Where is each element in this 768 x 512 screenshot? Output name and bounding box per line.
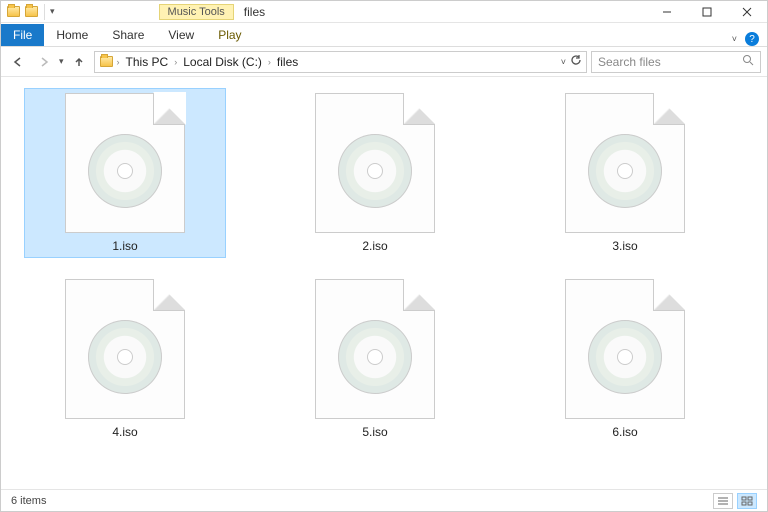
folder-icon — [23, 4, 39, 20]
iso-file-icon — [565, 93, 685, 233]
file-item[interactable]: 4.iso — [25, 275, 225, 443]
search-placeholder: Search files — [598, 55, 661, 69]
maximize-icon — [702, 7, 712, 17]
tab-play[interactable]: Play — [206, 24, 253, 46]
iso-file-icon — [65, 279, 185, 419]
window-controls — [647, 1, 767, 23]
arrow-left-icon — [12, 56, 24, 68]
separator — [44, 4, 45, 20]
details-view-icon — [717, 496, 729, 506]
minimize-button[interactable] — [647, 1, 687, 23]
up-button[interactable] — [68, 51, 90, 73]
arrow-right-icon — [38, 56, 50, 68]
window-title: files — [244, 5, 265, 19]
file-name: 1.iso — [112, 239, 137, 253]
close-button[interactable] — [727, 1, 767, 23]
file-pane[interactable]: 1.iso 2.iso 3.iso 4.iso 5.iso 6.iso — [1, 77, 767, 489]
item-count: 6 items — [11, 495, 46, 507]
address-dropdown-icon[interactable]: ˅ — [561, 57, 566, 67]
ribbon: File Home Share View Play ˅ ? — [1, 23, 767, 47]
search-icon — [742, 54, 754, 69]
file-item[interactable]: 6.iso — [525, 275, 725, 443]
thumbnails-view-icon — [741, 496, 753, 506]
tab-share[interactable]: Share — [100, 24, 156, 46]
quick-access-toolbar: ▾ — [1, 4, 59, 20]
file-item[interactable]: 1.iso — [25, 89, 225, 257]
status-bar: 6 items — [1, 489, 767, 511]
file-item[interactable]: 3.iso — [525, 89, 725, 257]
navigation-bar: ▾ › This PC › Local Disk (C:) › files ˅ … — [1, 47, 767, 77]
file-name: 6.iso — [612, 425, 637, 439]
file-name: 3.iso — [612, 239, 637, 253]
help-icon[interactable]: ? — [745, 32, 759, 46]
chevron-right-icon: › — [268, 57, 271, 67]
file-name: 5.iso — [362, 425, 387, 439]
minimize-icon — [662, 7, 672, 17]
ribbon-collapse-icon[interactable]: ˅ — [732, 34, 737, 44]
tab-view[interactable]: View — [156, 24, 206, 46]
back-button[interactable] — [7, 51, 29, 73]
address-bar[interactable]: › This PC › Local Disk (C:) › files ˅ — [94, 51, 587, 73]
details-view-button[interactable] — [713, 493, 733, 509]
file-name: 4.iso — [112, 425, 137, 439]
history-dropdown-icon[interactable]: ▾ — [59, 56, 64, 67]
refresh-icon[interactable] — [570, 54, 582, 69]
maximize-button[interactable] — [687, 1, 727, 23]
tab-file[interactable]: File — [1, 24, 44, 46]
breadcrumb-segment[interactable]: files — [273, 55, 302, 69]
context-tab-label: Music Tools — [159, 4, 234, 20]
chevron-right-icon: › — [174, 57, 177, 67]
iso-file-icon — [315, 279, 435, 419]
search-input[interactable]: Search files — [591, 51, 761, 73]
file-item[interactable]: 5.iso — [275, 275, 475, 443]
file-item[interactable]: 2.iso — [275, 89, 475, 257]
arrow-up-icon — [73, 56, 85, 68]
breadcrumb-segment[interactable]: This PC — [122, 55, 173, 69]
thumbnails-view-button[interactable] — [737, 493, 757, 509]
forward-button[interactable] — [33, 51, 55, 73]
iso-file-icon — [315, 93, 435, 233]
title-bar: ▾ Music Tools files — [1, 1, 767, 23]
close-icon — [742, 7, 752, 17]
qat-dropdown-icon[interactable]: ▾ — [50, 6, 55, 17]
breadcrumb-segment[interactable]: Local Disk (C:) — [179, 55, 266, 69]
file-name: 2.iso — [362, 239, 387, 253]
folder-icon — [99, 54, 115, 70]
iso-file-icon — [65, 93, 185, 233]
chevron-right-icon: › — [117, 57, 120, 67]
tab-home[interactable]: Home — [44, 24, 100, 46]
iso-file-icon — [565, 279, 685, 419]
folder-icon — [5, 4, 21, 20]
